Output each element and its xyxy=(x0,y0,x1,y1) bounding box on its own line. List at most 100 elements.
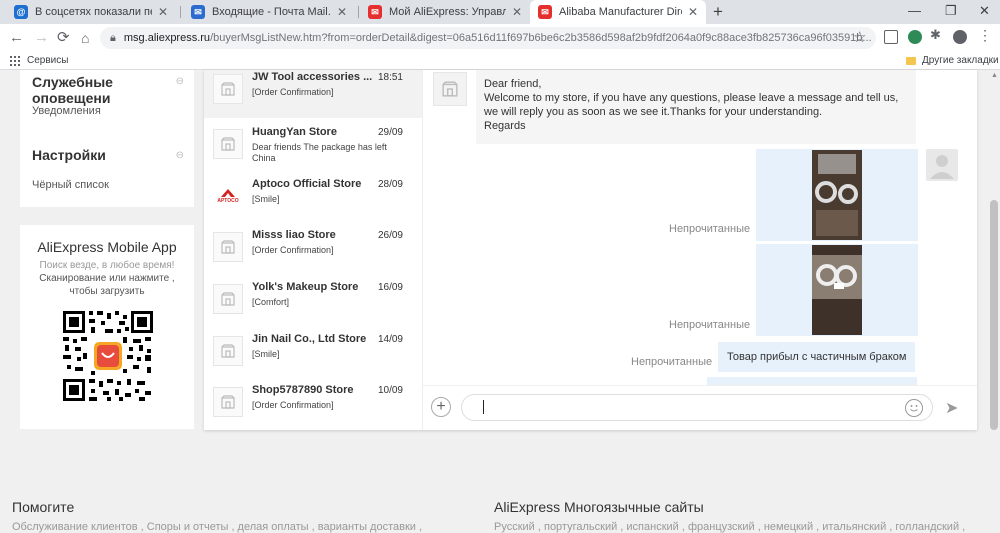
scroll-up-icon[interactable]: ▲ xyxy=(991,72,998,79)
extension-icon[interactable] xyxy=(884,30,898,44)
tab-title: Входящие - Почта Mail.ru xyxy=(212,6,331,18)
page-scrollbar[interactable]: ▲ xyxy=(988,70,1000,533)
close-window-icon[interactable]: ✕ xyxy=(979,3,990,19)
product-photo[interactable] xyxy=(812,150,862,240)
home-icon[interactable]: ⌂ xyxy=(81,29,89,47)
store-avatar xyxy=(213,74,243,104)
blacklist-link[interactable]: Чёрный список xyxy=(32,179,109,191)
message-text: Товар прибыл с частичным браком xyxy=(727,351,907,363)
image-message[interactable] xyxy=(756,149,918,241)
conversation-item[interactable]: APTOCO Aptoco Official Store 28/09 [Smil… xyxy=(204,173,422,225)
store-avatar xyxy=(213,336,243,366)
store-name: Aptoco Official Store xyxy=(252,178,362,190)
maximize-icon[interactable]: ❐ xyxy=(945,3,957,19)
message-date: 28/09 xyxy=(377,179,403,190)
send-icon[interactable]: ➤ xyxy=(945,398,958,418)
conversation-item[interactable]: Shop5787890 Store 10/09 [Order Confirmat… xyxy=(204,379,422,430)
message-line: Welcome to my store, if you have any que… xyxy=(484,92,899,118)
product-photo[interactable] xyxy=(812,245,862,335)
scrollbar-thumb[interactable] xyxy=(990,200,998,430)
message-date: 14/09 xyxy=(377,334,403,345)
lock-icon: 🔒︎ xyxy=(110,31,116,44)
store-icon xyxy=(221,82,235,96)
message-line: Regards xyxy=(484,120,526,132)
user-icon xyxy=(930,155,954,179)
close-icon[interactable]: ✕ xyxy=(158,5,168,19)
message-composer: + ➤ xyxy=(423,385,977,430)
image-message[interactable] xyxy=(707,377,917,385)
bookmarks-bar: Сервисы Другие закладки xyxy=(0,52,1000,70)
close-icon[interactable]: ✕ xyxy=(337,5,347,19)
conversation-item[interactable]: Misss liao Store 26/09 [Order Confirmati… xyxy=(204,224,422,276)
bookmark-star-icon[interactable]: ☆ xyxy=(853,28,866,46)
shield-extension-icon[interactable] xyxy=(908,30,922,44)
message-snippet: [Comfort] xyxy=(252,297,290,307)
apps-icon[interactable] xyxy=(10,56,20,66)
settings-card: Служебные оповещени ⊖ Уведомления Настро… xyxy=(20,70,194,207)
browser-toolbar: ← → ⟳ ⌂ 🔒︎ msg.aliexpress.ru/buyerMsgLis… xyxy=(0,24,1000,52)
other-bookmarks[interactable]: Другие закладки xyxy=(906,55,999,66)
minimize-icon[interactable]: — xyxy=(908,3,921,18)
chat-window: Dear friend, Welcome to my store, if you… xyxy=(423,70,977,385)
tab-mail[interactable]: ✉ Входящие - Почта Mail.ru ✕ xyxy=(183,0,355,24)
notices-heading: Служебные оповещени xyxy=(32,74,113,106)
tab-bar: @ В соцсетях показали первое по ✕ ✉ Вход… xyxy=(0,0,1000,24)
store-icon xyxy=(221,240,235,254)
collapse-icon[interactable]: ⊖ xyxy=(176,76,184,87)
conversation-list: JW Tool accessories ... 18:51 [Order Con… xyxy=(204,70,423,430)
tab-news[interactable]: @ В соцсетях показали первое по ✕ xyxy=(6,0,176,24)
aptoco-logo-text: APTOCO xyxy=(217,198,239,204)
url-path: /buyerMsgListNew.htm?from=orderDetail&di… xyxy=(210,32,872,44)
puzzle-icon[interactable]: ✱ xyxy=(930,27,944,42)
emoji-icon[interactable] xyxy=(905,399,923,417)
bookmark-apps[interactable]: Сервисы xyxy=(27,55,68,66)
message-line: Dear friend, xyxy=(484,78,542,90)
menu-icon[interactable]: ⋮ xyxy=(978,27,992,43)
conversation-item[interactable]: HuangYan Store 29/09 Dear friends The pa… xyxy=(204,121,422,173)
message-date: 29/09 xyxy=(377,127,403,138)
store-name: Yolk's Makeup Store xyxy=(252,281,359,293)
languages-heading: AliExpress Многоязычные сайты xyxy=(494,499,704,515)
collapse-icon[interactable]: ⊖ xyxy=(176,150,184,161)
profile-icon[interactable] xyxy=(953,30,967,44)
url-host: msg.aliexpress.ru xyxy=(123,32,211,44)
seller-message: Dear friend, Welcome to my store, if you… xyxy=(476,70,916,144)
conversation-item[interactable]: Yolk's Makeup Store 16/09 [Comfort] xyxy=(204,276,422,328)
store-name: HuangYan Store xyxy=(252,126,337,138)
back-icon[interactable]: ← xyxy=(9,29,24,47)
tab-title: Alibaba Manufacturer Directory - xyxy=(559,6,682,18)
forward-icon[interactable]: → xyxy=(34,29,49,47)
tab-alibaba[interactable]: ✉ Alibaba Manufacturer Directory - ✕ xyxy=(530,0,706,24)
app-title: AliExpress Mobile App xyxy=(37,239,177,255)
reload-icon[interactable]: ⟳ xyxy=(57,29,70,47)
tab-title: В соцсетях показали первое по xyxy=(35,6,152,18)
message-date: 18:51 xyxy=(377,72,403,83)
store-icon xyxy=(221,344,235,358)
unread-label: Непрочитанные xyxy=(669,319,751,331)
store-avatar xyxy=(213,284,243,314)
aptoco-logo: APTOCO xyxy=(213,181,243,211)
new-tab-icon[interactable]: + xyxy=(713,2,723,22)
close-icon[interactable]: ✕ xyxy=(688,5,698,19)
close-icon[interactable]: ✕ xyxy=(512,5,522,19)
message-snippet: [Order Confirmation] xyxy=(252,87,334,97)
message-input[interactable] xyxy=(461,394,933,421)
help-links[interactable]: Обслуживание клиентов , Споры и отчеты ,… xyxy=(12,521,482,533)
folder-icon xyxy=(906,56,916,65)
buyer-message: Товар прибыл с частичным браком xyxy=(718,342,916,372)
attach-button[interactable]: + xyxy=(431,397,451,417)
address-bar[interactable]: 🔒︎ msg.aliexpress.ru/buyerMsgListNew.htm… xyxy=(100,27,876,49)
store-name: Misss liao Store xyxy=(252,229,336,241)
store-avatar xyxy=(213,387,243,417)
notifications-link[interactable]: Уведомления xyxy=(32,105,101,117)
settings-heading: Настройки xyxy=(32,147,106,163)
message-snippet: [Order Confirmation] xyxy=(252,400,334,410)
mail-favicon-icon: ✉ xyxy=(191,5,205,19)
image-message[interactable] xyxy=(756,244,918,336)
language-links[interactable]: Русский , португальский , испанский , фр… xyxy=(494,521,974,533)
qr-code[interactable] xyxy=(61,309,155,403)
conversation-item[interactable]: JW Tool accessories ... 18:51 [Order Con… xyxy=(204,70,422,118)
conversation-item[interactable]: Jin Nail Co., Ltd Store 14/09 [Smile] xyxy=(204,328,422,380)
tab-my-aliexpress[interactable]: ✉ Мой AliExpress: Управлять зака ✕ xyxy=(360,0,530,24)
message-snippet: [Smile] xyxy=(252,349,280,359)
